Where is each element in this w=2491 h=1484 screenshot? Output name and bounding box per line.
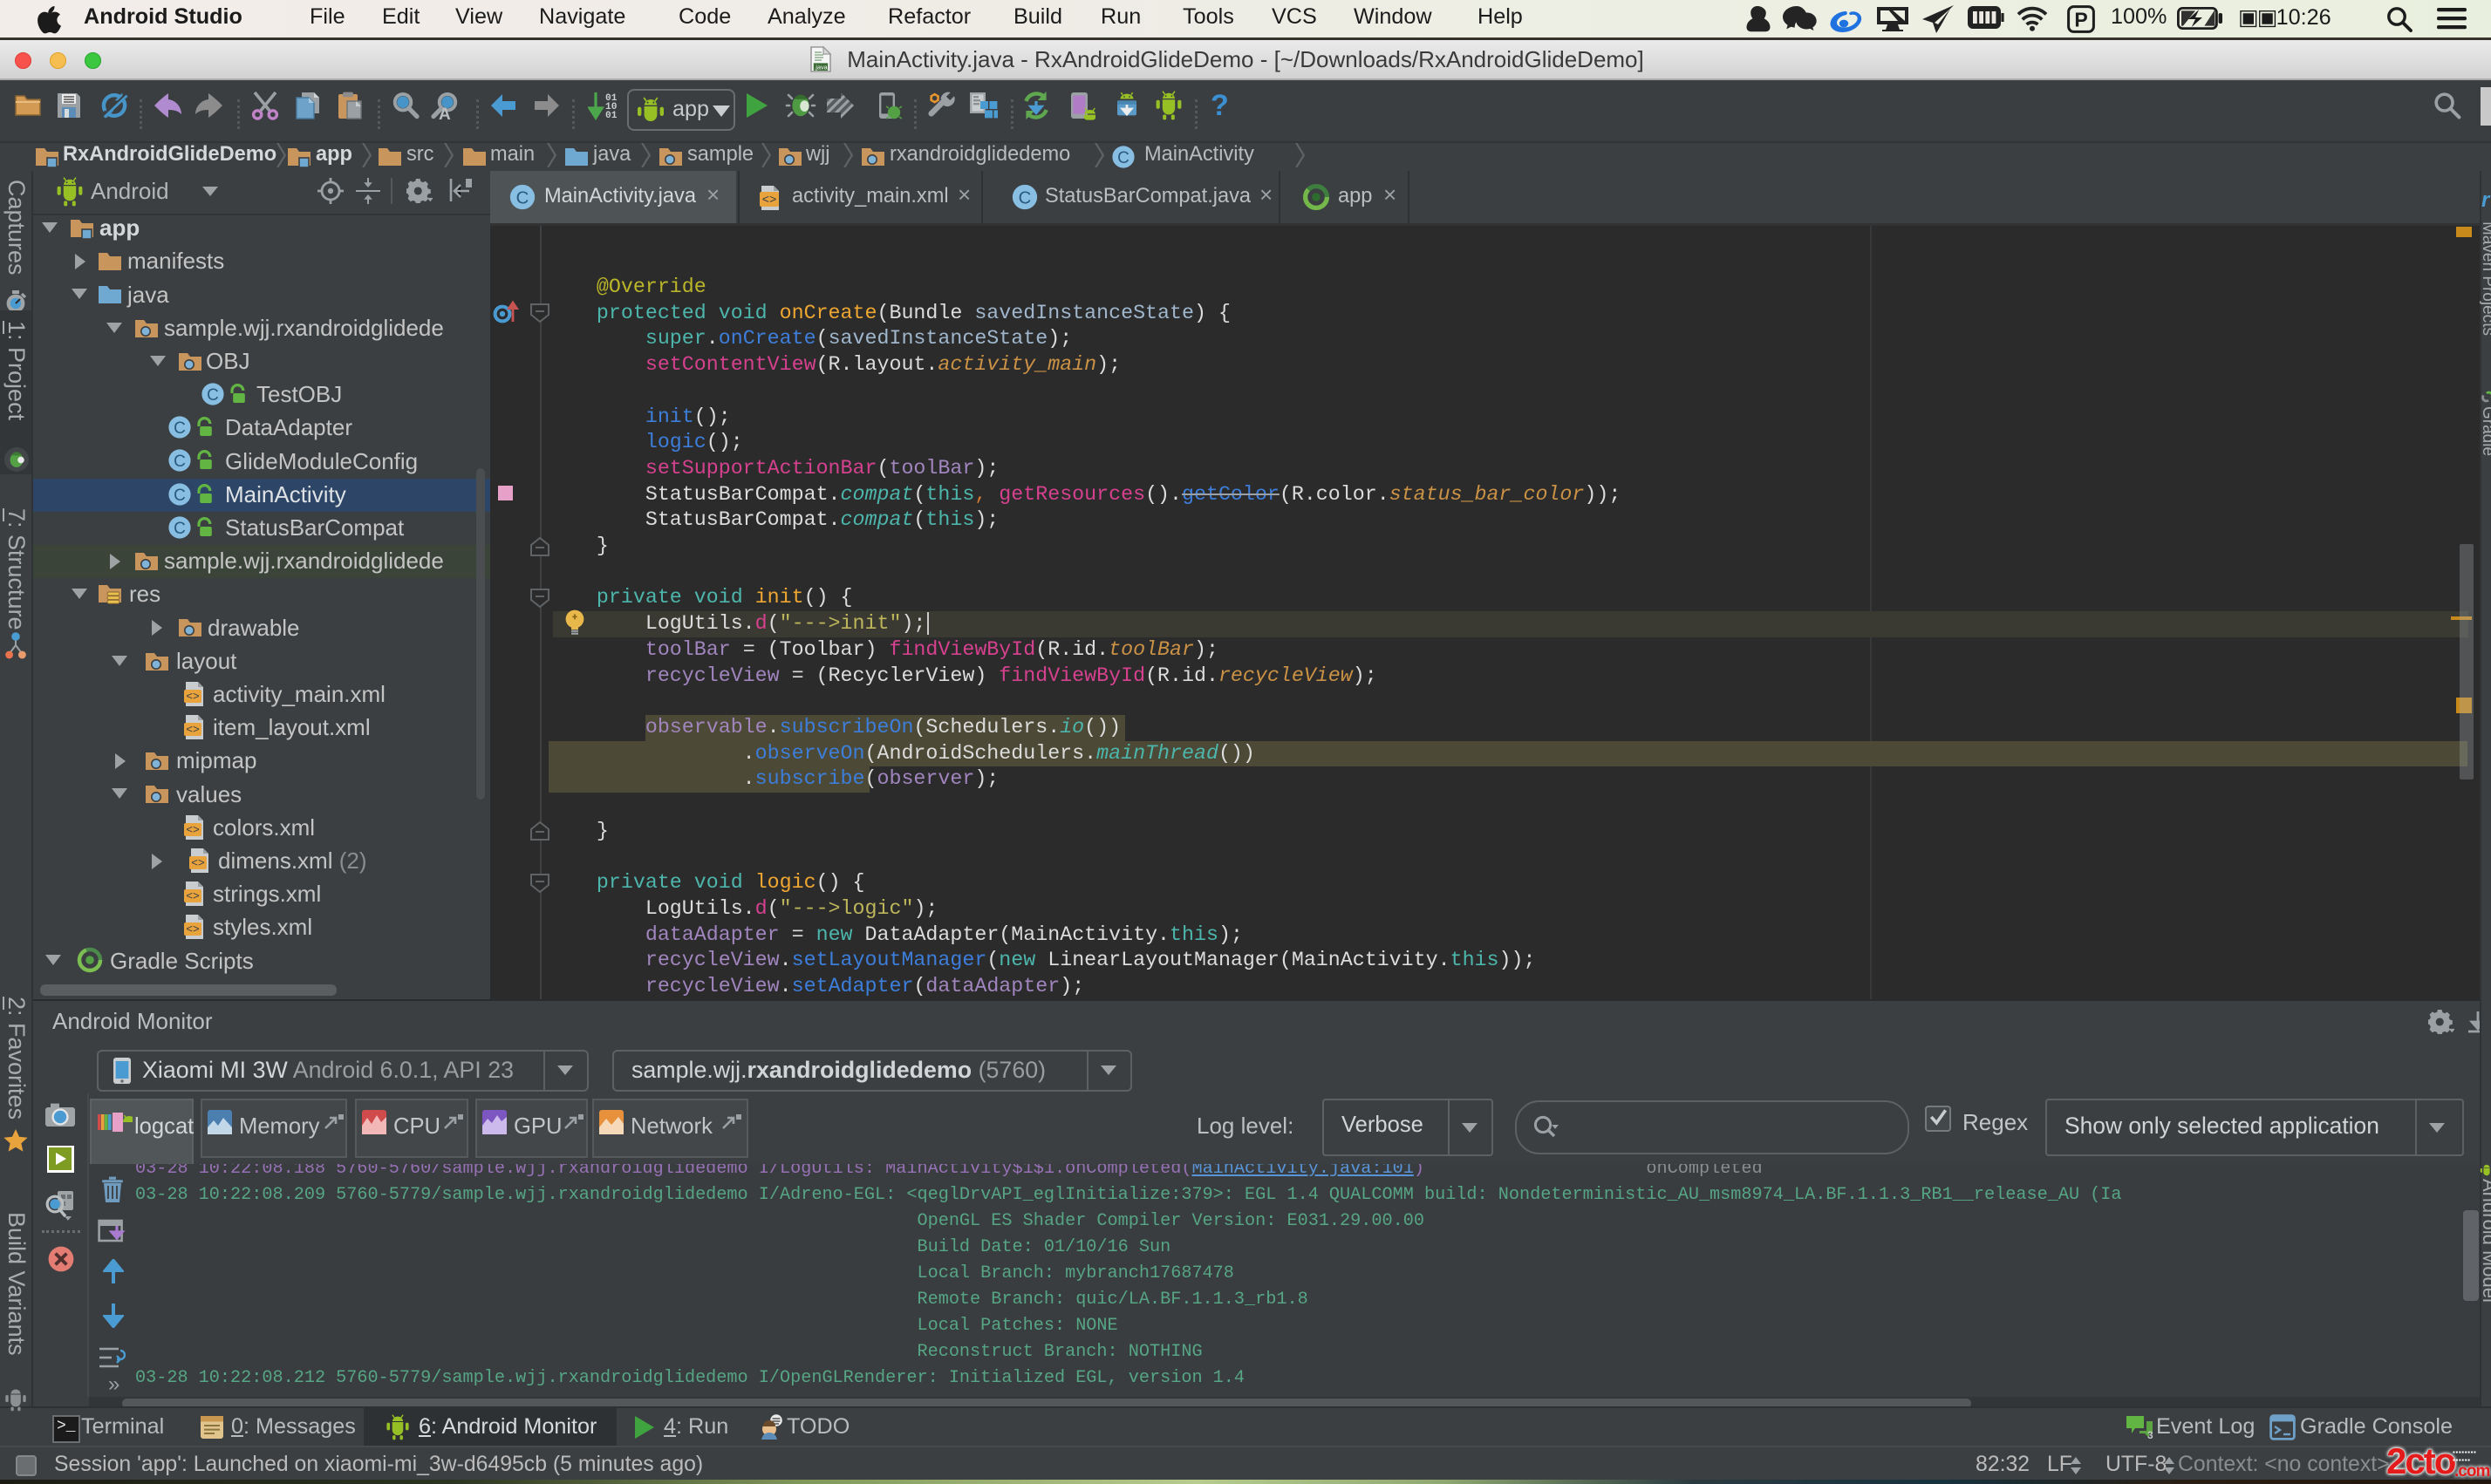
svg-text:3: 3 <box>2147 1429 2153 1440</box>
svg-text:C: C <box>1117 149 1129 167</box>
svg-text:<>: <> <box>186 823 200 836</box>
svg-text:C: C <box>174 487 186 505</box>
svg-text:<>: <> <box>186 923 200 936</box>
svg-text:C: C <box>174 419 186 438</box>
svg-text:<>: <> <box>186 724 200 737</box>
svg-text:<>: <> <box>186 690 200 703</box>
svg-text:C: C <box>174 453 186 472</box>
svg-text:C: C <box>516 189 529 208</box>
svg-text:C: C <box>207 386 219 405</box>
svg-text:<>: <> <box>762 194 777 208</box>
svg-text:<>: <> <box>191 856 205 869</box>
svg-text:C: C <box>174 520 186 538</box>
svg-text:P: P <box>2074 8 2087 31</box>
svg-text:<>: <> <box>186 890 200 903</box>
svg-text:01: 01 <box>605 111 618 120</box>
svg-text:C: C <box>1019 189 1032 208</box>
svg-text:A: A <box>439 106 451 120</box>
